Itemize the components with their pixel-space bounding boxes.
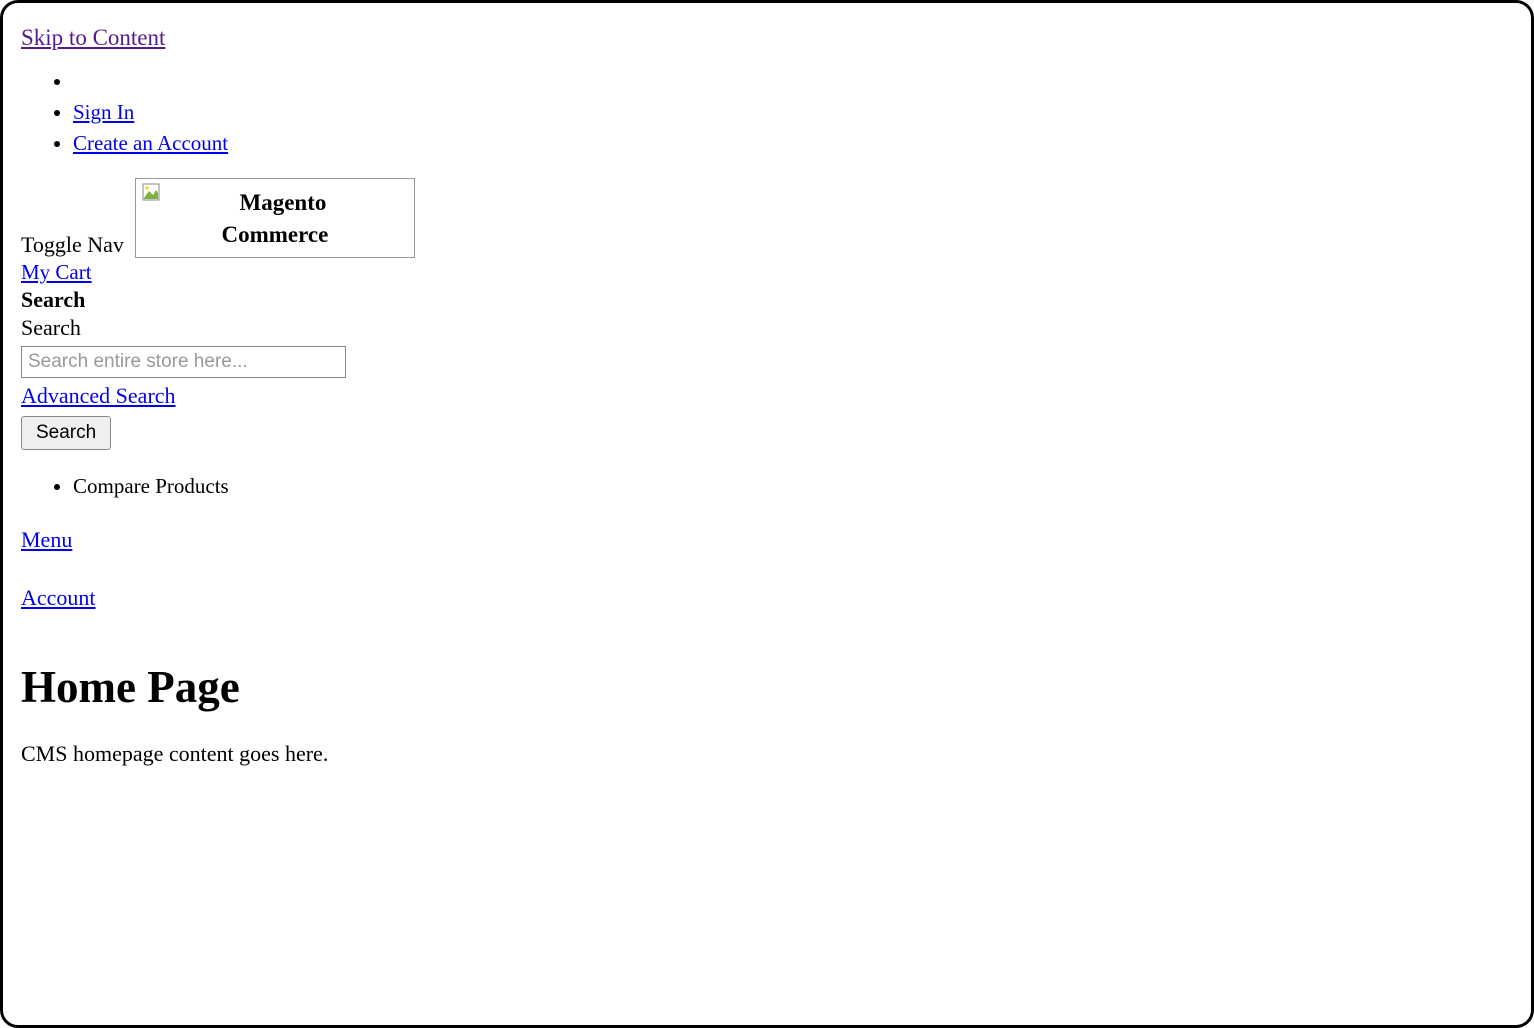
advanced-search-link[interactable]: Advanced Search (21, 383, 176, 409)
toggle-nav-text: Toggle Nav (21, 232, 124, 258)
header-link-item: Create an Account (73, 131, 1513, 156)
header-link-item: Sign In (73, 100, 1513, 125)
window-frame: Skip to Content Sign In Create an Accoun… (0, 0, 1534, 1028)
account-link[interactable]: Account (21, 585, 1513, 611)
header-links-list: Sign In Create an Account (21, 69, 1513, 156)
search-heading: Search (21, 287, 1513, 313)
search-button[interactable]: Search (21, 416, 111, 450)
cms-content-text: CMS homepage content goes here. (21, 741, 1513, 767)
sign-in-link[interactable]: Sign In (73, 100, 134, 124)
search-label: Search (21, 315, 1513, 341)
page-title: Home Page (21, 661, 1513, 713)
compare-list: Compare Products (21, 474, 1513, 499)
header-link-empty (73, 69, 1513, 94)
logo-text-line1: Magento (240, 187, 327, 219)
create-account-link[interactable]: Create an Account (73, 131, 228, 155)
logo-text-line2: Commerce (222, 219, 329, 251)
skip-to-content-link[interactable]: Skip to Content (21, 25, 165, 51)
compare-products-item: Compare Products (73, 474, 1513, 499)
broken-image-icon (142, 183, 160, 208)
nav-row: Toggle Nav Magento Commerce (21, 178, 1513, 258)
logo-box[interactable]: Magento Commerce (135, 178, 415, 258)
menu-link[interactable]: Menu (21, 527, 1513, 553)
search-input[interactable] (21, 346, 346, 378)
my-cart-link[interactable]: My Cart (21, 260, 92, 285)
